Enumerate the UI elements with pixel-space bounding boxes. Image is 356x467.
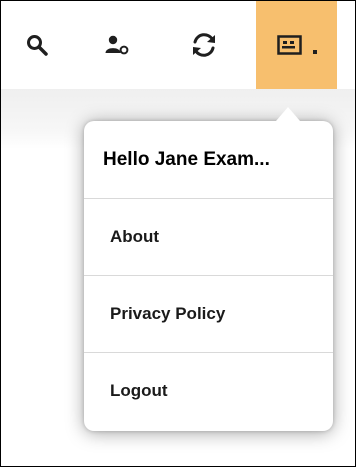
search-icon [26, 34, 48, 56]
account-dropdown-menu: Hello Jane Exam... About Privacy Policy … [84, 107, 333, 431]
menu-item-label: About [110, 227, 160, 246]
menu-item-about[interactable]: About [84, 198, 333, 275]
refresh-icon [190, 31, 218, 59]
menu-caret [276, 107, 300, 121]
menu-item-privacy-policy[interactable]: Privacy Policy [84, 275, 333, 352]
menu-item-label: Logout [110, 381, 168, 400]
account-button[interactable] [256, 1, 337, 89]
top-toolbar [1, 1, 355, 89]
greeting-text: Hello Jane Exam... [103, 148, 270, 170]
menu-item-label: Privacy Policy [110, 304, 226, 323]
menu-greeting: Hello Jane Exam... [84, 121, 333, 198]
user-button[interactable] [91, 1, 143, 89]
account-card-icon [276, 35, 307, 55]
dropdown-dot-icon [312, 50, 317, 54]
refresh-button[interactable] [176, 1, 232, 89]
menu-item-logout[interactable]: Logout [84, 352, 333, 429]
user-icon [104, 34, 130, 56]
search-button[interactable] [17, 1, 57, 89]
screen-frame: Hello Jane Exam... About Privacy Policy … [0, 0, 356, 467]
